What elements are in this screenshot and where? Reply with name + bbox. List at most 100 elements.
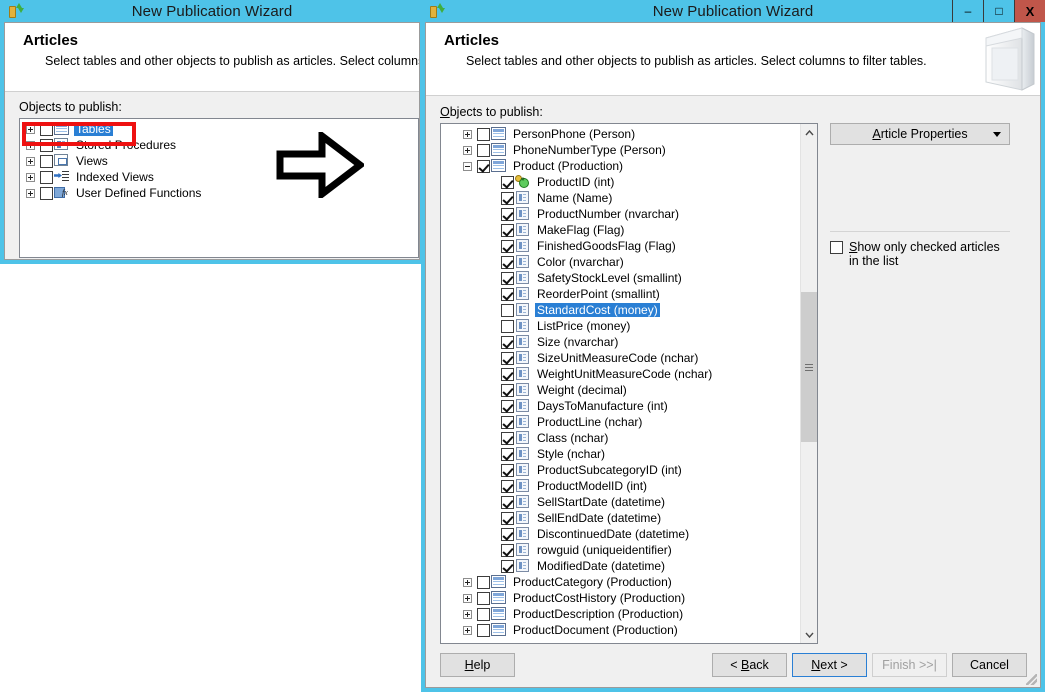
article-checkbox[interactable]	[501, 352, 514, 365]
close-button[interactable]: X	[1014, 0, 1045, 22]
right-title-bar[interactable]: New Publication Wizard – □ X	[421, 0, 1045, 22]
article-checkbox[interactable]	[501, 192, 514, 205]
tree-node[interactable]: rowguid (uniqueidentifier)	[441, 542, 799, 558]
tree-node[interactable]: ProductModelID (int)	[441, 478, 799, 494]
expand-icon[interactable]	[26, 157, 35, 166]
expand-icon[interactable]	[26, 173, 35, 182]
article-checkbox[interactable]	[477, 592, 490, 605]
checkbox-box	[830, 241, 843, 254]
tree-node[interactable]: ProductID (int)	[441, 174, 799, 190]
article-checkbox[interactable]	[501, 432, 514, 445]
article-checkbox[interactable]	[40, 123, 53, 136]
tree-node[interactable]: Style (nchar)	[441, 446, 799, 462]
article-checkbox[interactable]	[477, 608, 490, 621]
article-checkbox[interactable]	[501, 320, 514, 333]
expand-icon[interactable]	[26, 141, 35, 150]
expand-icon[interactable]	[463, 146, 472, 155]
show-only-checked-articles-checkbox[interactable]: Show only checked articles in the list	[830, 240, 1010, 268]
tree-vertical-scrollbar[interactable]	[800, 124, 817, 643]
article-checkbox[interactable]	[477, 144, 490, 157]
tree-node[interactable]: Class (nchar)	[441, 430, 799, 446]
tree-node[interactable]: DiscontinuedDate (datetime)	[441, 526, 799, 542]
article-checkbox[interactable]	[501, 208, 514, 221]
tree-node[interactable]: SellStartDate (datetime)	[441, 494, 799, 510]
tree-node[interactable]: ProductCategory (Production)	[441, 574, 799, 590]
tree-node[interactable]: SellEndDate (datetime)	[441, 510, 799, 526]
tree-node[interactable]: ReorderPoint (smallint)	[441, 286, 799, 302]
tree-node[interactable]: ModifiedDate (datetime)	[441, 558, 799, 574]
expand-icon[interactable]	[463, 578, 472, 587]
scroll-up-button[interactable]	[801, 124, 817, 141]
tree-node[interactable]: ProductNumber (nvarchar)	[441, 206, 799, 222]
tree-node[interactable]: SafetyStockLevel (smallint)	[441, 270, 799, 286]
tree-node[interactable]: FinishedGoodsFlag (Flag)	[441, 238, 799, 254]
next-button[interactable]: Next >	[792, 653, 867, 677]
tree-node[interactable]: ProductDocument (Production)	[441, 622, 799, 638]
left-title-bar[interactable]: New Publication Wizard	[0, 0, 424, 22]
article-checkbox[interactable]	[501, 240, 514, 253]
article-checkbox[interactable]	[501, 224, 514, 237]
tree-node[interactable]: DaysToManufacture (int)	[441, 398, 799, 414]
article-checkbox[interactable]	[501, 304, 514, 317]
tree-node[interactable]: ListPrice (money)	[441, 318, 799, 334]
tree-node[interactable]: ProductCostHistory (Production)	[441, 590, 799, 606]
article-checkbox[interactable]	[501, 256, 514, 269]
maximize-button[interactable]: □	[983, 0, 1014, 22]
resize-grip[interactable]	[1026, 674, 1037, 685]
article-checkbox[interactable]	[501, 512, 514, 525]
expand-icon[interactable]	[463, 626, 472, 635]
article-checkbox[interactable]	[477, 160, 490, 173]
expand-icon[interactable]	[463, 610, 472, 619]
back-button[interactable]: < Back	[712, 653, 787, 677]
tree-node[interactable]: PhoneNumberType (Person)	[441, 142, 799, 158]
article-checkbox[interactable]	[40, 171, 53, 184]
article-checkbox[interactable]	[501, 560, 514, 573]
finish-button[interactable]: Finish >>|	[872, 653, 947, 677]
tree-node[interactable]: ProductSubcategoryID (int)	[441, 462, 799, 478]
expand-icon[interactable]	[26, 125, 35, 134]
tree-node[interactable]: ProductDescription (Production)	[441, 606, 799, 622]
tree-node[interactable]: WeightUnitMeasureCode (nchar)	[441, 366, 799, 382]
article-checkbox[interactable]	[501, 480, 514, 493]
article-checkbox[interactable]	[501, 272, 514, 285]
scrollbar-thumb[interactable]	[801, 292, 817, 442]
article-checkbox[interactable]	[40, 187, 53, 200]
tree-node[interactable]: MakeFlag (Flag)	[441, 222, 799, 238]
tree-node[interactable]: Product (Production)	[441, 158, 799, 174]
cancel-button[interactable]: Cancel	[952, 653, 1027, 677]
article-checkbox[interactable]	[501, 288, 514, 301]
tree-node[interactable]: Weight (decimal)	[441, 382, 799, 398]
help-button[interactable]: Help	[440, 653, 515, 677]
article-checkbox[interactable]	[40, 155, 53, 168]
scroll-down-button[interactable]	[801, 626, 817, 643]
article-checkbox[interactable]	[501, 448, 514, 461]
article-checkbox[interactable]	[501, 496, 514, 509]
minimize-button[interactable]: –	[952, 0, 983, 22]
tree-node[interactable]: Color (nvarchar)	[441, 254, 799, 270]
article-checkbox[interactable]	[501, 464, 514, 477]
article-checkbox[interactable]	[477, 128, 490, 141]
tree-node[interactable]: StandardCost (money)	[441, 302, 799, 318]
article-checkbox[interactable]	[501, 368, 514, 381]
tree-node[interactable]: Name (Name)	[441, 190, 799, 206]
articles-tree[interactable]: PersonPhone (Person)PhoneNumberType (Per…	[440, 123, 818, 644]
article-checkbox[interactable]	[501, 416, 514, 429]
article-checkbox[interactable]	[501, 544, 514, 557]
article-checkbox[interactable]	[40, 139, 53, 152]
article-checkbox[interactable]	[501, 336, 514, 349]
tree-node[interactable]: Size (nvarchar)	[441, 334, 799, 350]
tree-node[interactable]: ProductLine (nchar)	[441, 414, 799, 430]
expand-icon[interactable]	[463, 130, 472, 139]
article-properties-button[interactable]: Article Properties	[830, 123, 1010, 145]
article-checkbox[interactable]	[501, 384, 514, 397]
expand-icon[interactable]	[26, 189, 35, 198]
article-checkbox[interactable]	[501, 400, 514, 413]
article-checkbox[interactable]	[501, 528, 514, 541]
article-checkbox[interactable]	[477, 576, 490, 589]
collapse-icon[interactable]	[463, 162, 472, 171]
expand-icon[interactable]	[463, 594, 472, 603]
tree-node[interactable]: PersonPhone (Person)	[441, 126, 799, 142]
article-checkbox[interactable]	[477, 624, 490, 637]
article-checkbox[interactable]	[501, 176, 514, 189]
tree-node[interactable]: SizeUnitMeasureCode (nchar)	[441, 350, 799, 366]
